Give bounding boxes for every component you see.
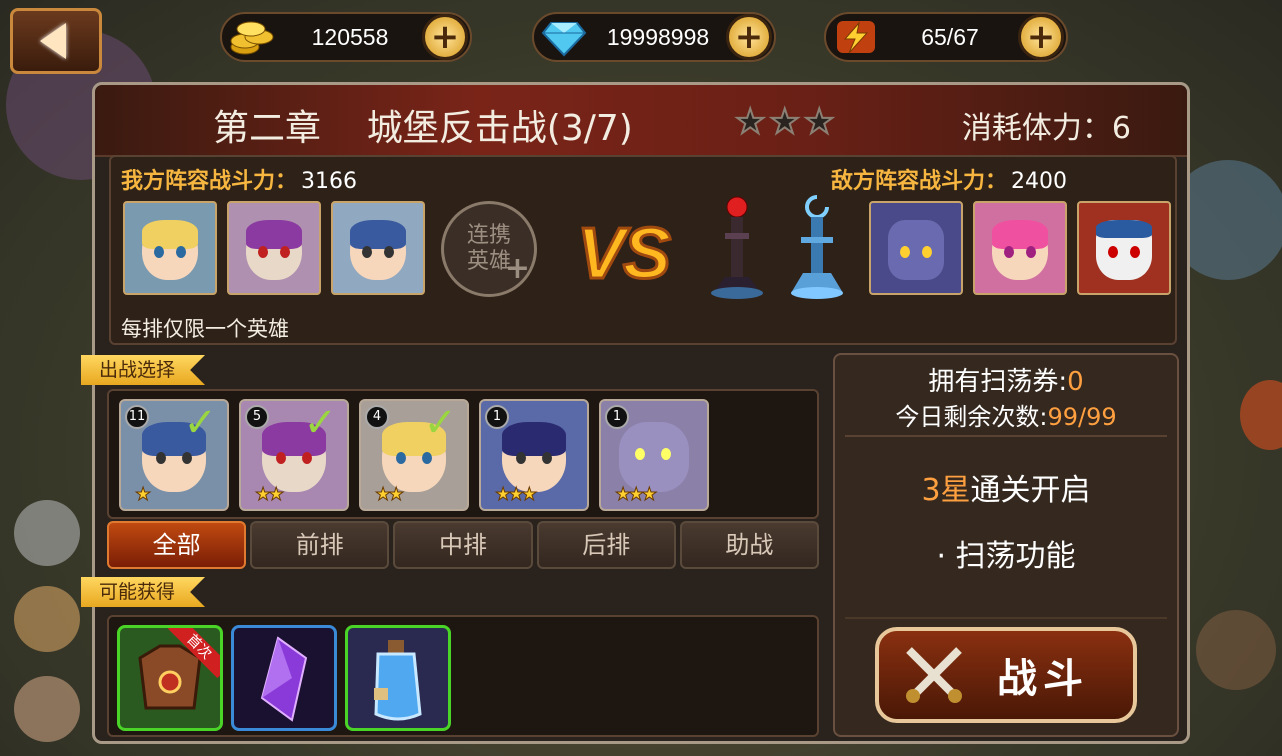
my-power-value: 3166 <box>301 169 358 194</box>
my-hero-slot-blue-hair-hero[interactable] <box>331 201 425 295</box>
lightning-icon <box>830 14 882 60</box>
sweep-tickets-label: 拥有扫荡券: <box>928 367 1068 397</box>
hero-card-purple-hair-heroine[interactable]: 5 ✓ ★★ <box>239 399 349 511</box>
remaining-attempts-value: 99/99 <box>1047 403 1117 431</box>
castle-icon[interactable] <box>1196 610 1276 690</box>
back-arrow-icon <box>40 23 66 59</box>
stage-title-bar: 第二章 城堡反击战(3/7) ★ ★ ★ 消耗体力：6 <box>95 85 1187 157</box>
hero-card-police-hat-hero[interactable]: 1 ★★★ <box>479 399 589 511</box>
unlock-stars: 3星 <box>921 473 971 508</box>
chat-icon[interactable] <box>14 500 80 566</box>
stamina-value: 65/67 <box>921 23 979 50</box>
stamina-cost: 消耗体力：6 <box>961 111 1131 146</box>
sweep-panel: 拥有扫荡券:0 今日剩余次数:99/99 3星通关开启 · 扫荡功能 战斗 <box>833 353 1179 737</box>
divider <box>845 617 1167 619</box>
enemy-power-label: 敌方阵容战斗力： <box>831 169 1008 194</box>
lock-plus-icon: + <box>504 251 530 286</box>
hero-card-blue-hair-hero[interactable]: 11 ✓ ★ <box>119 399 229 511</box>
friends-icon[interactable] <box>14 586 80 652</box>
hero-stars: ★★ <box>254 484 284 506</box>
hero-stars: ★ <box>134 484 151 506</box>
hero-card-blonde-goggles-hero[interactable]: 4 ✓ ★★ <box>359 399 469 511</box>
stage-stars: ★ ★ ★ <box>734 102 836 142</box>
hero-card-purple-ogre[interactable]: 1 ★★★ <box>599 399 709 511</box>
my-hero-slot-purple-hair-heroine[interactable] <box>227 201 321 295</box>
lineup-panel: 我方阵容战斗力： 3166 敌方阵容战斗力： 2400 连携英雄 + VS 每排… <box>109 155 1177 345</box>
tab-all[interactable]: 全部 <box>107 521 247 569</box>
my-power: 我方阵容战斗力： 3166 <box>121 163 357 195</box>
lineup-note: 每排仅限一个英雄 <box>121 317 289 341</box>
tab-middle-row[interactable]: 中排 <box>393 521 533 569</box>
stage-title: 第二章 城堡反击战(3/7) <box>213 108 633 149</box>
stage-panel: 第二章 城堡反击战(3/7) ★ ★ ★ 消耗体力：6 我方阵容战斗力： 3166… <box>81 82 1190 744</box>
add-gold-button[interactable]: + <box>422 14 468 60</box>
enemy-power-value: 2400 <box>1011 169 1068 194</box>
fight-button[interactable]: 战斗 <box>875 627 1137 723</box>
position-filter-tabs: 全部 前排 中排 后排 助战 <box>107 521 820 569</box>
armor-item[interactable]: 首次 <box>117 625 223 731</box>
hero-stars: ★★★ <box>614 484 657 506</box>
purple-crystal-item[interactable] <box>231 625 337 731</box>
rewards-box: 首次 <box>107 615 819 737</box>
my-power-label: 我方阵容战斗力： <box>121 169 298 194</box>
hero-level: 1 <box>485 405 509 429</box>
crossed-swords-icon <box>906 647 962 703</box>
hero-stars: ★★ <box>374 484 404 506</box>
pet-icon[interactable] <box>1240 380 1282 450</box>
diamond-icon <box>538 14 590 60</box>
crystal-icon <box>260 636 308 722</box>
gold-value: 120558 <box>311 23 389 50</box>
hero-level: 1 <box>605 405 629 429</box>
star-icon: ★ <box>803 102 836 142</box>
remaining-attempts-label: 今日剩余次数: <box>895 403 1048 431</box>
rewards-tag: 可能获得 <box>81 577 206 607</box>
back-button[interactable] <box>10 8 102 74</box>
hero-level: 5 <box>245 405 269 429</box>
tab-back-row[interactable]: 后排 <box>536 521 676 569</box>
sweep-unlock-condition: 3星通关开启 <box>835 465 1177 509</box>
hero-stars: ★★★ <box>494 484 537 506</box>
gold-counter: 120558 + <box>220 12 472 62</box>
sweep-tickets: 拥有扫荡券:0 <box>835 361 1177 398</box>
stamina-counter: 65/67 + <box>824 12 1068 62</box>
mail-icon[interactable] <box>14 676 80 742</box>
hero-level: 11 <box>125 405 149 429</box>
enemy-power: 敌方阵容战斗力： 2400 <box>831 163 1067 195</box>
unlock-text: 通关开启 <box>970 473 1091 508</box>
star-icon: ★ <box>768 102 801 142</box>
add-stamina-button[interactable]: + <box>1018 14 1064 60</box>
ice-tower-icon <box>791 195 843 299</box>
fight-label: 战斗 <box>997 656 1089 702</box>
diamond-value: 19998998 <box>606 23 710 50</box>
add-diamond-button[interactable]: + <box>726 14 772 60</box>
enemy-hero-slot-armored-golem[interactable] <box>869 201 963 295</box>
divider <box>845 435 1167 437</box>
selected-check-icon: ✓ <box>303 400 337 446</box>
enemy-hero-slot-pink-hair-heroine[interactable] <box>973 201 1067 295</box>
tab-front-row[interactable]: 前排 <box>250 521 390 569</box>
battle-select-tag: 出战选择 <box>81 355 206 385</box>
hero-select-box: 11 ✓ ★ 5 ✓ ★★ 4 ✓ ★★ 1 ★★★ 1 ★★★ <box>107 389 819 519</box>
selected-check-icon: ✓ <box>183 400 217 446</box>
my-hero-slot-blonde-goggles-hero[interactable] <box>123 201 217 295</box>
sweep-tickets-value: 0 <box>1067 367 1084 397</box>
selected-check-icon: ✓ <box>423 400 457 446</box>
star-icon: ★ <box>734 102 767 142</box>
enemy-hero-slot-skull-mask-beast[interactable] <box>1077 201 1171 295</box>
linked-hero-locked-slot[interactable]: 连携英雄 + <box>441 201 537 297</box>
vs-label: VS <box>575 213 672 296</box>
tab-support[interactable]: 助战 <box>679 521 820 569</box>
dark-tower-icon <box>711 196 763 299</box>
remaining-attempts: 今日剩余次数:99/99 <box>835 397 1177 432</box>
diamond-counter: 19998998 + <box>532 12 776 62</box>
sweep-feature-text: · 扫荡功能 <box>936 539 1076 574</box>
hero-level: 4 <box>365 405 389 429</box>
gold-coins-icon <box>226 14 278 60</box>
potion-icon <box>374 640 422 721</box>
blue-potion-item[interactable] <box>345 625 451 731</box>
